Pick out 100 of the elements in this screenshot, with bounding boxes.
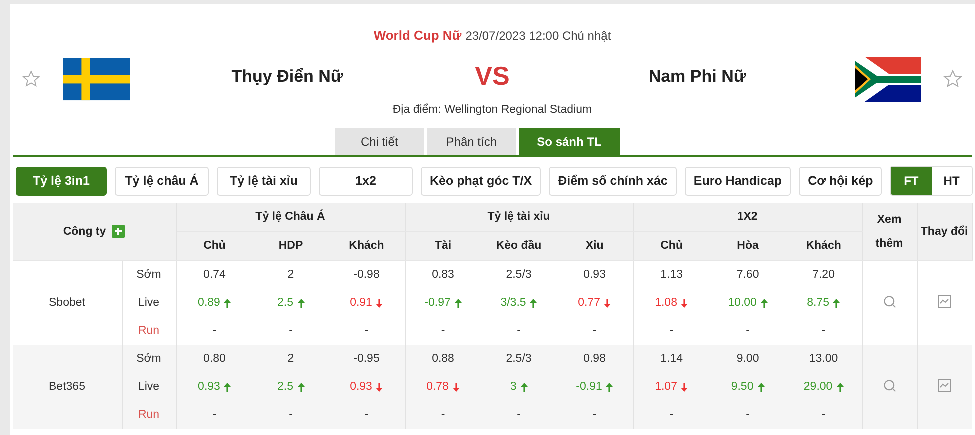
- filter-button[interactable]: Tỷ lệ 3in1: [16, 166, 107, 196]
- odds-value: 2.5/3: [506, 269, 532, 281]
- period-toggle[interactable]: FT: [891, 167, 932, 195]
- column-header: HDP: [278, 240, 304, 252]
- odds-value: 0.83: [432, 269, 454, 281]
- company-name: Sbobet: [49, 297, 86, 309]
- odds-value: -: [212, 409, 217, 421]
- line-label: Live: [138, 381, 160, 393]
- odds-value: 29.00: [804, 381, 833, 393]
- odds-value: 9.50: [731, 381, 754, 393]
- odds-value: -0.95: [354, 353, 380, 365]
- column-header: Công ty: [63, 226, 106, 238]
- odds-value: -: [822, 409, 826, 421]
- arrow-up-icon: [606, 382, 614, 392]
- odds-value: -: [517, 409, 521, 421]
- tab[interactable]: Phân tích: [427, 128, 516, 155]
- column-header: Khách: [349, 240, 384, 252]
- odds-value: 7.60: [736, 269, 760, 281]
- chart-icon[interactable]: [938, 379, 952, 392]
- search-icon[interactable]: [882, 378, 897, 392]
- column-header: Xem thêm: [874, 212, 904, 252]
- odds-value: -: [441, 409, 446, 421]
- line-label: Run: [138, 325, 160, 337]
- odds-value: 2: [288, 353, 294, 365]
- column-header: Thay đổi: [920, 226, 968, 238]
- tab[interactable]: So sánh TL: [519, 128, 620, 155]
- arrow-down-icon: [452, 382, 460, 392]
- odds-value: 0.93: [584, 269, 606, 281]
- arrow-up-icon: [530, 298, 538, 308]
- arrow-down-icon: [376, 382, 384, 392]
- search-icon[interactable]: [882, 294, 897, 308]
- star-icon[interactable]: [943, 69, 963, 89]
- chart-icon[interactable]: [938, 295, 952, 308]
- arrow-up-icon: [520, 382, 528, 392]
- odds-value: -: [289, 409, 293, 421]
- odds-value: -: [746, 409, 750, 421]
- odds-value: -0.91: [576, 381, 602, 393]
- filter-button[interactable]: Kèo phạt góc T/X: [421, 166, 542, 196]
- odds-value: 0.93: [198, 381, 220, 393]
- arrow-up-icon: [760, 298, 768, 308]
- odds-value: 1.14: [660, 353, 683, 365]
- odds-value: 0.78: [426, 381, 449, 393]
- odds-value: 3: [510, 381, 517, 393]
- filter-button[interactable]: Tỷ lệ châu Á: [115, 166, 209, 196]
- column-header: Khách: [806, 240, 842, 252]
- column-header: Tỷ lệ Châu Á: [256, 211, 326, 223]
- arrow-up-icon: [298, 382, 304, 392]
- odds-value: 8.75: [807, 297, 830, 309]
- odds-value: -: [670, 325, 674, 337]
- odds-value: 13.00: [809, 353, 838, 365]
- column-header: Xỉu: [586, 240, 604, 252]
- column-header: Hòa: [737, 240, 759, 252]
- filter-button[interactable]: Cơ hội kép: [799, 166, 882, 196]
- arrow-up-icon: [224, 382, 232, 392]
- filter-button[interactable]: Euro Handicap: [684, 166, 792, 196]
- company-name: Bet365: [49, 381, 86, 393]
- versus-label: VS: [474, 61, 511, 92]
- competition-name: World Cup Nữ: [374, 28, 462, 43]
- filter-button[interactable]: Tỷ lệ tài xỉu: [217, 166, 311, 196]
- column-header: Chủ: [204, 240, 226, 252]
- arrow-up-icon: [833, 298, 840, 308]
- odds-value: -: [517, 325, 521, 337]
- arrow-down-icon: [376, 298, 384, 308]
- odds-value: 1.07: [655, 381, 678, 393]
- flag-icon: [62, 56, 130, 102]
- line-label: Run: [138, 409, 160, 421]
- odds-value: 7.20: [812, 269, 835, 281]
- column-header: Tỷ lệ tài xỉu: [488, 211, 550, 223]
- tab[interactable]: Chi tiết: [335, 128, 424, 155]
- column-header: 1X2: [737, 211, 758, 223]
- odds-value: 0.93: [350, 381, 372, 393]
- odds-value: 10.00: [728, 297, 757, 309]
- odds-value: -: [212, 325, 217, 337]
- odds-value: -: [746, 325, 750, 337]
- flag-icon: [855, 56, 921, 102]
- odds-value: 0.77: [578, 297, 600, 309]
- odds-value: 9.00: [736, 353, 760, 365]
- line-label: Sớm: [136, 353, 162, 365]
- filter-button[interactable]: 1x2: [319, 166, 413, 196]
- odds-value: 2.5: [278, 381, 294, 393]
- arrow-up-icon: [298, 298, 304, 308]
- odds-value: 2.5/3: [506, 353, 532, 365]
- odds-value: -0.97: [424, 297, 451, 309]
- arrow-down-icon: [681, 298, 688, 308]
- plus-icon[interactable]: [112, 225, 126, 238]
- home-team: Thụy Điển Nữ: [230, 66, 344, 86]
- odds-value: -: [441, 325, 446, 337]
- star-icon[interactable]: [22, 69, 41, 89]
- column-header: Chủ: [660, 240, 683, 252]
- arrow-up-icon: [836, 382, 844, 392]
- venue-text: Địa điểm: Wellington Regional Stadium: [392, 104, 592, 116]
- column-header: Tài: [434, 240, 452, 252]
- arrow-down-icon: [681, 382, 688, 392]
- line-label: Sớm: [136, 269, 162, 281]
- arrow-up-icon: [224, 298, 232, 308]
- odds-value: -: [822, 325, 826, 337]
- arrow-up-icon: [758, 382, 765, 392]
- filter-button[interactable]: Điểm số chính xác: [549, 166, 677, 196]
- odds-value: -0.98: [354, 269, 380, 281]
- odds-value: -: [364, 409, 369, 421]
